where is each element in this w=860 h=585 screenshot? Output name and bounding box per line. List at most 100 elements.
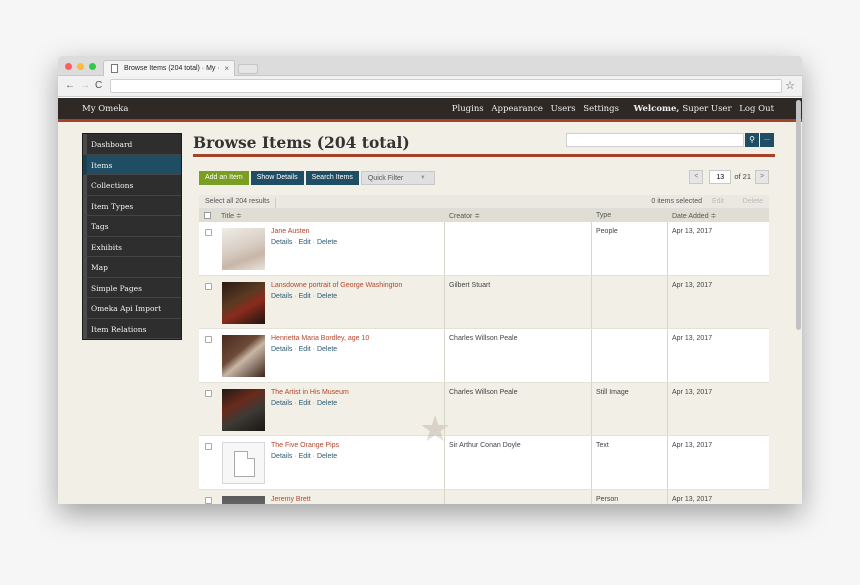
minimize-window-button[interactable] xyxy=(77,63,84,70)
quick-filter-dropdown[interactable]: Quick Filter ▼ xyxy=(360,171,435,185)
item-creator: Charles Willson Peale xyxy=(449,335,518,342)
pagination: < of 21 > xyxy=(689,170,769,184)
item-thumbnail[interactable] xyxy=(222,442,265,484)
browser-toolbar: ← → C ☆ xyxy=(58,76,802,97)
site-title-link[interactable]: My Omeka xyxy=(82,104,128,114)
item-date-added: Apr 13, 2017 xyxy=(672,495,713,503)
new-tab-button[interactable] xyxy=(238,64,258,74)
admin-sidebar: Dashboard Items Collections Item Types T… xyxy=(82,133,182,340)
delete-link[interactable]: Delete xyxy=(317,293,337,300)
sidebar-item-tags[interactable]: Tags xyxy=(83,216,181,237)
item-title-link[interactable]: Jane Austen xyxy=(271,228,310,235)
page-content: My Omeka Plugins Appearance Users Settin… xyxy=(58,98,802,504)
tab-title: Browse Items (204 total) · My · xyxy=(124,65,220,72)
item-title-link[interactable]: The Artist in His Museum xyxy=(271,389,349,396)
column-divider xyxy=(591,329,592,382)
nav-users-link[interactable]: Users xyxy=(551,104,576,114)
delete-link[interactable]: Delete xyxy=(317,453,337,460)
item-date-added: Apr 13, 2017 xyxy=(672,281,713,289)
item-thumbnail[interactable] xyxy=(222,281,265,324)
sidebar-item-exhibits[interactable]: Exhibits xyxy=(83,236,181,257)
column-header-date-added[interactable]: Date Added ≑ xyxy=(672,212,716,220)
previous-page-button[interactable]: < xyxy=(689,170,704,184)
search-input[interactable] xyxy=(566,133,744,147)
advanced-search-button[interactable]: ... xyxy=(760,133,774,147)
maximize-window-button[interactable] xyxy=(89,63,96,70)
select-all-checkbox[interactable] xyxy=(204,212,211,219)
item-thumbnail[interactable] xyxy=(222,335,265,377)
sidebar-item-item-relations[interactable]: Item Relations xyxy=(83,318,181,339)
user-link[interactable]: Super User xyxy=(682,104,731,114)
address-bar[interactable] xyxy=(110,79,782,93)
column-header-title[interactable]: Title ≑ xyxy=(221,212,242,220)
item-title-link[interactable]: The Five Orange Pips xyxy=(271,442,339,449)
batch-edit-button[interactable]: Edit xyxy=(712,198,724,205)
logout-link[interactable]: Log Out xyxy=(739,104,774,114)
details-link[interactable]: Details xyxy=(271,400,292,407)
reload-icon[interactable]: C xyxy=(95,80,102,91)
column-divider xyxy=(591,382,592,435)
sidebar-item-items[interactable]: Items xyxy=(83,154,181,175)
column-header-creator[interactable]: Creator ≑ xyxy=(449,212,480,220)
column-divider xyxy=(444,222,445,275)
sidebar-item-collections[interactable]: Collections xyxy=(83,175,181,196)
row-checkbox[interactable] xyxy=(205,282,212,290)
item-thumbnail[interactable] xyxy=(222,228,265,270)
show-details-button[interactable]: Show Details xyxy=(250,171,304,185)
search-button[interactable]: ⚲ xyxy=(745,133,759,147)
nav-settings-link[interactable]: Settings xyxy=(583,104,619,114)
back-arrow-icon[interactable]: ← xyxy=(65,80,75,91)
item-type: Text xyxy=(596,442,609,449)
page-title: Browse Items (204 total) xyxy=(193,133,410,152)
select-all-link[interactable]: Select all 204 results xyxy=(205,198,276,208)
browser-tab[interactable]: Browse Items (204 total) · My · × xyxy=(103,60,235,76)
item-thumbnail[interactable] xyxy=(222,495,265,504)
next-page-button[interactable]: > xyxy=(755,170,769,184)
sidebar-item-map[interactable]: Map xyxy=(83,257,181,278)
edit-link[interactable]: Edit xyxy=(299,453,311,460)
page-icon xyxy=(111,64,118,73)
edit-link[interactable]: Edit xyxy=(299,239,311,246)
page-scrollbar[interactable] xyxy=(796,100,801,330)
sidebar-item-item-types[interactable]: Item Types xyxy=(83,195,181,216)
details-link[interactable]: Details xyxy=(271,293,292,300)
delete-link[interactable]: Delete xyxy=(317,239,337,246)
item-title-link[interactable]: Jeremy Brett xyxy=(271,496,311,503)
search-items-button[interactable]: Search Items xyxy=(305,171,359,185)
forward-arrow-icon[interactable]: → xyxy=(80,80,90,91)
row-checkbox[interactable] xyxy=(205,389,212,397)
delete-link[interactable]: Delete xyxy=(317,400,337,407)
close-window-button[interactable] xyxy=(65,63,72,70)
item-thumbnail[interactable] xyxy=(222,388,265,431)
nav-appearance-link[interactable]: Appearance xyxy=(491,104,543,114)
sidebar-item-omeka-api-import[interactable]: Omeka Api Import xyxy=(83,298,181,319)
details-link[interactable]: Details xyxy=(271,453,292,460)
add-item-button[interactable]: Add an Item xyxy=(199,171,249,185)
row-checkbox[interactable] xyxy=(205,496,212,504)
item-actions: Details · Edit · Delete xyxy=(271,346,337,353)
row-checkbox[interactable] xyxy=(205,443,212,450)
item-title-link[interactable]: Lansdowne portrait of George Washington xyxy=(271,282,402,289)
item-title-link[interactable]: Henrietta Maria Bordley, age 10 xyxy=(271,335,369,342)
batch-delete-button[interactable]: Delete xyxy=(743,198,763,205)
column-divider xyxy=(591,489,592,504)
edit-link[interactable]: Edit xyxy=(299,293,311,300)
details-link[interactable]: Details xyxy=(271,239,292,246)
row-checkbox[interactable] xyxy=(205,336,212,343)
heading-divider xyxy=(193,154,775,157)
delete-link[interactable]: Delete xyxy=(317,346,337,353)
nav-plugins-link[interactable]: Plugins xyxy=(452,104,484,114)
column-divider xyxy=(667,329,668,382)
bookmark-star-icon[interactable]: ☆ xyxy=(785,79,795,92)
sidebar-item-simple-pages[interactable]: Simple Pages xyxy=(83,277,181,298)
item-actions: Details · Edit · Delete xyxy=(271,400,337,407)
sidebar-item-dashboard[interactable]: Dashboard xyxy=(83,134,181,155)
item-type: People xyxy=(596,228,618,235)
edit-link[interactable]: Edit xyxy=(299,400,311,407)
details-link[interactable]: Details xyxy=(271,346,292,353)
row-checkbox[interactable] xyxy=(205,229,212,236)
table-row: Lansdowne portrait of George Washington … xyxy=(199,275,769,329)
page-number-input[interactable] xyxy=(709,170,732,184)
tab-close-icon[interactable]: × xyxy=(224,64,229,73)
edit-link[interactable]: Edit xyxy=(299,346,311,353)
